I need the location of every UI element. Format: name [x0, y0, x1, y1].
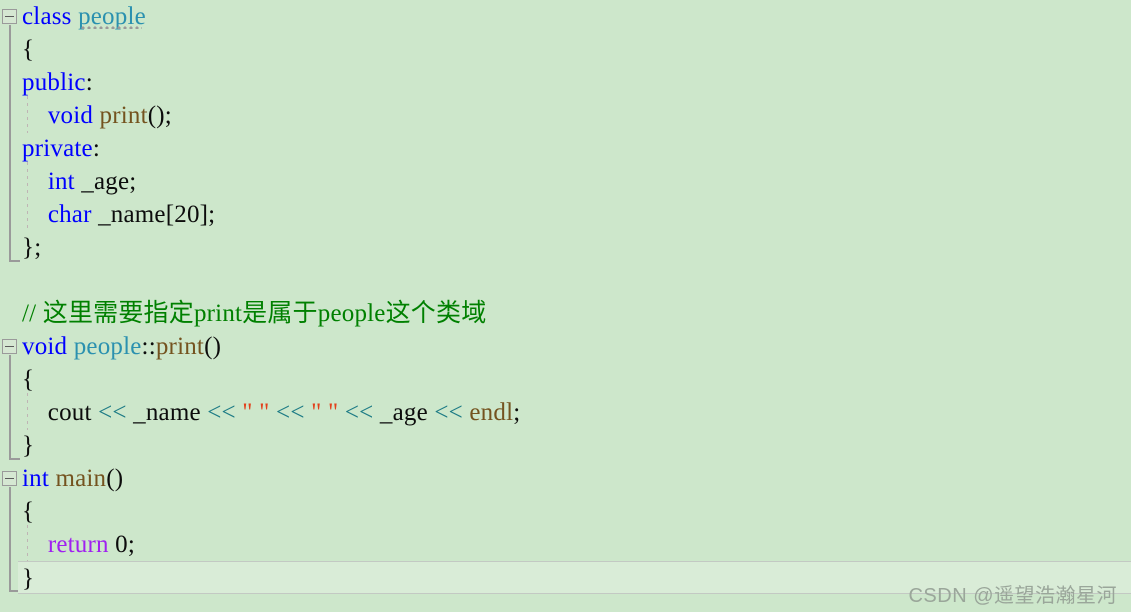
token-kw: int — [22, 465, 49, 492]
code-line[interactable]: void print(); — [0, 99, 1131, 132]
token-pl: _age — [373, 399, 435, 426]
token-fn: endl — [469, 399, 514, 426]
token-op: << — [434, 399, 463, 426]
token-kw: class — [22, 3, 72, 30]
token-kw: void — [22, 333, 68, 360]
code-line[interactable] — [0, 264, 1131, 297]
code-line-text: // 这里需要指定print是属于people这个类域 — [22, 297, 486, 330]
token-op: << — [276, 399, 305, 426]
code-line-text: { — [22, 33, 34, 66]
code-line[interactable]: int main() — [0, 462, 1131, 495]
token-pl: } — [22, 565, 35, 592]
code-line-text: } — [22, 562, 34, 595]
code-line[interactable]: void people::print() — [0, 330, 1131, 363]
token-pl: _name[20]; — [91, 201, 216, 228]
code-line-text: } — [22, 429, 34, 462]
token-kw: private — [22, 135, 93, 162]
code-line-text: char _name[20]; — [22, 198, 215, 231]
code-line[interactable]: }; — [0, 231, 1131, 264]
code-line-text: { — [22, 495, 34, 528]
code-line-text: public: — [22, 66, 93, 99]
token-kw: int — [47, 168, 75, 195]
token-cmt: // 这里需要指定print是属于people这个类域 — [22, 300, 487, 327]
token-fn: print — [99, 102, 148, 129]
code-line[interactable]: { — [0, 363, 1131, 396]
token-pl: : — [92, 135, 100, 162]
code-line-text: void people::print() — [22, 330, 221, 363]
code-line-text: void print(); — [22, 99, 172, 132]
code-line-text: return 0; — [22, 528, 135, 561]
code-line[interactable]: { — [0, 33, 1131, 66]
token-ret: return — [47, 531, 109, 558]
token-pl: _name — [126, 399, 208, 426]
code-line-text: private: — [22, 132, 100, 165]
token-pl: _age; — [74, 168, 137, 195]
code-line[interactable]: private: — [0, 132, 1131, 165]
code-line[interactable]: // 这里需要指定print是属于people这个类域 — [0, 297, 1131, 330]
token-kw: char — [47, 201, 92, 228]
token-kw: void — [47, 102, 94, 129]
code-line-text: class people — [22, 0, 146, 33]
token-str: " " — [304, 399, 345, 426]
token-type: people — [73, 333, 142, 360]
token-pl: cout — [22, 399, 99, 426]
code-editor[interactable]: class people{public: void print(); privat… — [0, 0, 1131, 612]
code-line-text: { — [22, 363, 34, 396]
token-type: people — [78, 0, 146, 33]
token-pl: { — [22, 498, 35, 525]
code-line[interactable]: { — [0, 495, 1131, 528]
csdn-watermark: CSDN @遥望浩瀚星河 — [908, 585, 1117, 607]
code-line[interactable]: } — [0, 429, 1131, 462]
token-op: << — [207, 399, 236, 426]
token-pl: () — [204, 333, 222, 360]
token-pl: { — [22, 366, 35, 393]
token-fn: print — [155, 333, 205, 360]
token-pl: :: — [141, 333, 156, 360]
code-line[interactable]: char _name[20]; — [0, 198, 1131, 231]
token-pl: }; — [22, 234, 42, 261]
code-line-text: int main() — [22, 462, 123, 495]
code-line-text: cout << _name << " " << " " << _age << e… — [22, 396, 520, 429]
code-line[interactable]: public: — [0, 66, 1131, 99]
token-str: " " — [235, 399, 277, 426]
token-pl: ; — [513, 399, 521, 426]
code-line-text: int _age; — [22, 165, 136, 198]
token-fn: main — [55, 465, 107, 492]
token-op: << — [98, 399, 127, 426]
token-pl: { — [22, 36, 35, 63]
code-line[interactable]: cout << _name << " " << " " << _age << e… — [0, 396, 1131, 429]
token-kw: public — [22, 69, 86, 96]
code-line[interactable]: int _age; — [0, 165, 1131, 198]
code-line[interactable]: return 0; — [0, 528, 1131, 561]
token-pl: (); — [147, 102, 172, 129]
code-line-text: }; — [22, 231, 41, 264]
token-pl: () — [106, 465, 124, 492]
code-line[interactable]: class people — [0, 0, 1131, 33]
token-pl: : — [85, 69, 93, 96]
token-pl: 0; — [108, 531, 136, 558]
token-pl: } — [22, 432, 35, 459]
token-op: << — [344, 399, 374, 426]
